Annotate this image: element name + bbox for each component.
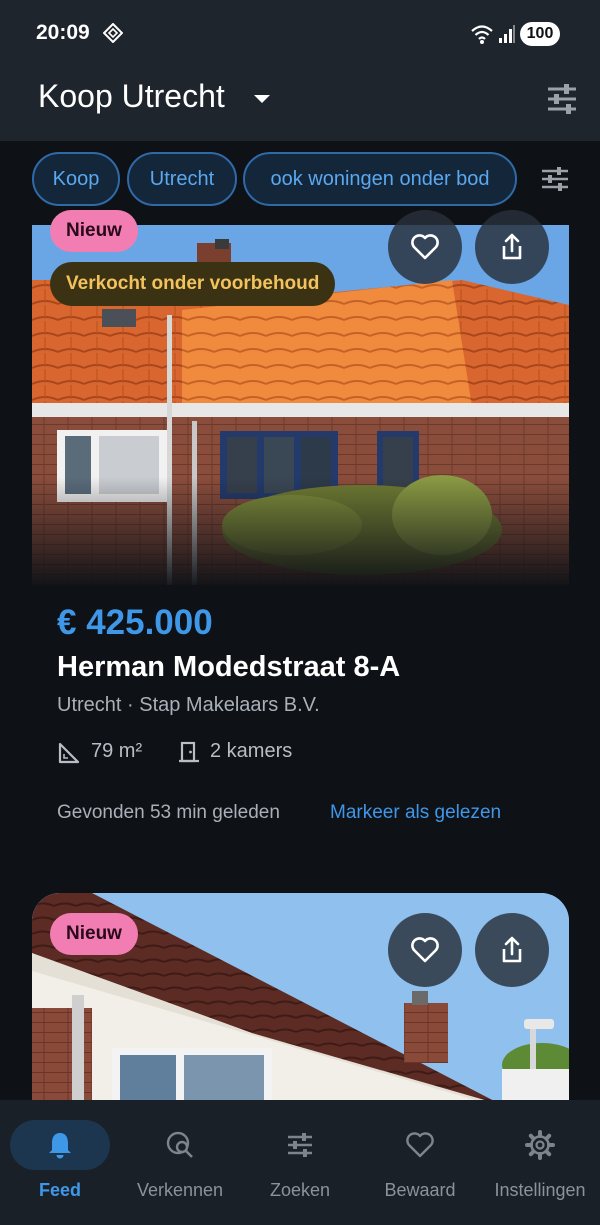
share-button[interactable] — [475, 913, 549, 987]
listing-location-agent: Utrecht · Stap Makelaars B.V. — [57, 694, 320, 716]
nav-label-feed: Feed — [38, 1180, 81, 1200]
favorite-button[interactable] — [388, 913, 462, 987]
bell-icon — [49, 1133, 71, 1159]
share-icon — [502, 936, 522, 963]
listing-found-time: Gevonden 53 min geleden — [57, 802, 280, 823]
new-badge: Nieuw — [50, 210, 138, 252]
chip-onder-bod[interactable]: ook woningen onder bod — [243, 152, 517, 206]
sliders-icon — [288, 1133, 312, 1157]
status-badge: Verkocht onder voorbehoud — [50, 262, 336, 306]
page-title[interactable]: Koop Utrecht — [38, 78, 225, 115]
filter-chip-row: Koop Utrecht ook woningen onder bod — [0, 152, 600, 210]
signal-icon — [499, 25, 515, 43]
area-icon — [58, 742, 80, 764]
status-time: 20:09 — [36, 21, 90, 44]
favorite-button[interactable] — [388, 210, 462, 284]
heart-icon — [411, 234, 439, 260]
nav-instellingen[interactable]: Instellingen — [480, 1100, 600, 1225]
status-bar: 20:09 100 — [0, 0, 600, 66]
bottom-navigation: Feed Verkennen Zoeken Bewaard Instelling… — [0, 1100, 600, 1225]
heart-icon — [411, 937, 439, 963]
share-icon — [502, 233, 522, 260]
new-badge: Nieuw — [50, 913, 138, 955]
nav-label-instellingen: Instellingen — [494, 1180, 586, 1200]
gear-icon — [525, 1130, 555, 1160]
nav-label-verkennen: Verkennen — [136, 1180, 224, 1200]
door-icon — [179, 741, 199, 763]
listing-rooms: 2 kamers — [210, 740, 293, 762]
nav-zoeken[interactable]: Zoeken — [240, 1100, 360, 1225]
chip-utrecht[interactable]: Utrecht — [127, 152, 237, 206]
nav-bewaard[interactable]: Bewaard — [360, 1100, 480, 1225]
sliders-icon[interactable] — [544, 82, 580, 116]
filter-settings-icon[interactable] — [540, 166, 570, 192]
mark-read-link[interactable]: Markeer als gelezen — [330, 802, 501, 824]
nav-label-bewaard: Bewaard — [384, 1180, 456, 1200]
share-button[interactable] — [475, 210, 549, 284]
caret-down-icon[interactable] — [252, 93, 272, 105]
battery-indicator: 100 — [520, 22, 560, 46]
nav-feed[interactable]: Feed — [0, 1100, 120, 1225]
nav-label-zoeken: Zoeken — [269, 1180, 331, 1200]
heart-icon — [406, 1132, 434, 1158]
app-bar: Koop Utrecht — [0, 66, 600, 141]
wifi-icon — [471, 25, 493, 44]
chip-koop[interactable]: Koop — [32, 152, 120, 206]
listing-price: € 425.000 — [57, 603, 213, 642]
explore-icon — [166, 1131, 193, 1158]
nav-verkennen[interactable]: Verkennen — [120, 1100, 240, 1225]
listing-area: 79 m² — [91, 740, 143, 762]
notification-diamond-icon — [103, 23, 123, 43]
listing-address[interactable]: Herman Modedstraat 8-A — [57, 651, 400, 684]
